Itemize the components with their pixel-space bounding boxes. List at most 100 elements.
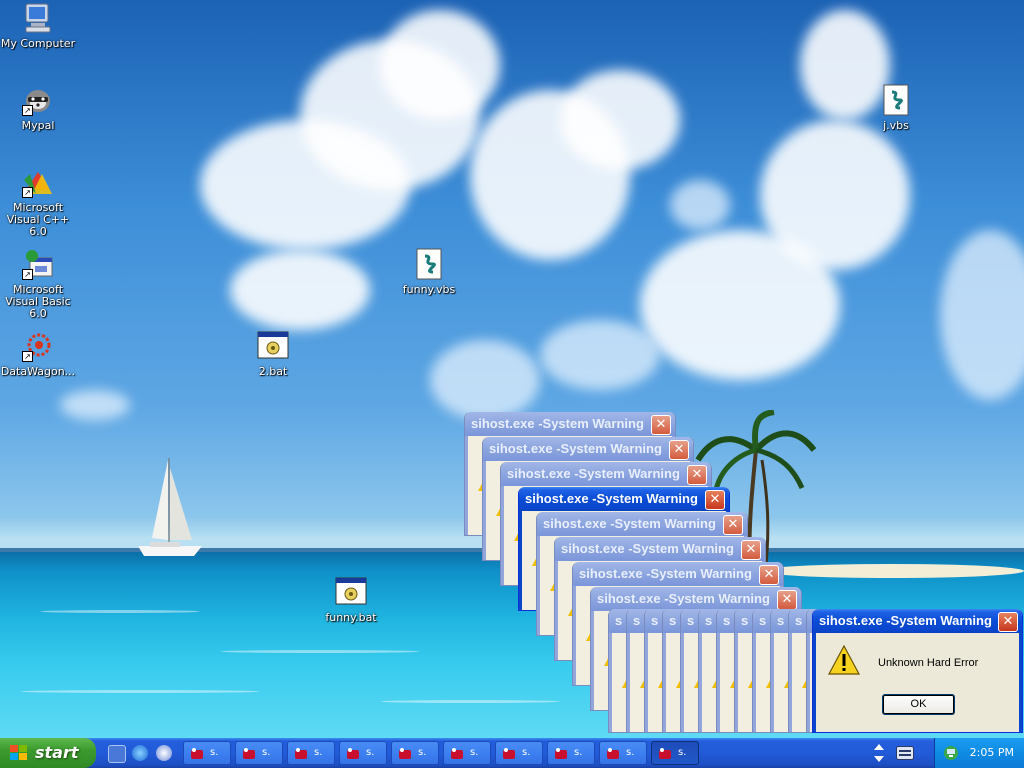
taskbar-button-label: s. bbox=[522, 747, 531, 758]
dialog-title: s bbox=[795, 613, 803, 628]
start-button[interactable]: start bbox=[0, 738, 96, 768]
taskbar-button-label: s. bbox=[678, 747, 687, 758]
warning-icon bbox=[828, 645, 860, 675]
taskbar: start s. s. s. s. s. s. s. s. s. s. 2:05 PM bbox=[0, 738, 1024, 768]
program-icon bbox=[398, 747, 412, 759]
taskbar-button-label: s. bbox=[262, 747, 271, 758]
close-icon[interactable]: ✕ bbox=[741, 540, 761, 560]
windows-flag-icon bbox=[10, 745, 27, 760]
close-icon[interactable]: ✕ bbox=[687, 465, 707, 485]
dialog-titlebar[interactable]: sihost.exe -System Warning bbox=[591, 587, 801, 611]
taskbar-button-label: s. bbox=[418, 747, 427, 758]
taskbar-button[interactable]: s. bbox=[339, 741, 387, 765]
dialog-title: s bbox=[723, 613, 731, 628]
dialog-title: sihost.exe -System Warning bbox=[561, 541, 734, 556]
taskbar-button-label: s. bbox=[574, 747, 583, 758]
close-icon[interactable]: ✕ bbox=[777, 590, 797, 610]
taskbar-button-label: s. bbox=[470, 747, 479, 758]
dialog-title: s bbox=[669, 613, 677, 628]
taskbar-button[interactable]: s. bbox=[495, 741, 543, 765]
taskbar-button[interactable]: s. bbox=[547, 741, 595, 765]
datawagon-icon: ↗ bbox=[22, 330, 54, 362]
desktop-icon-label: 2.bat bbox=[258, 365, 288, 378]
dialog-titlebar[interactable]: sihost.exe -System Warning bbox=[519, 487, 729, 511]
keyboard-icon[interactable] bbox=[896, 746, 914, 760]
desktop-icon-j-vbs[interactable]: j.vbs bbox=[856, 84, 936, 132]
taskbar-button[interactable]: s. bbox=[599, 741, 647, 765]
desktop-icon-mypal[interactable]: ↗ Mypal bbox=[0, 84, 78, 132]
desktop[interactable]: My Computer ↗ Mypal ↗ Microsoft Visual C… bbox=[0, 0, 1024, 738]
taskbar-button[interactable]: s. bbox=[651, 741, 699, 765]
dialog-title: sihost.exe -System Warning bbox=[543, 516, 716, 531]
batch-file-icon bbox=[335, 576, 367, 608]
desktop-icon-datawagon[interactable]: ↗ DataWagon... bbox=[0, 330, 78, 378]
wave bbox=[380, 700, 560, 703]
taskbar-button[interactable]: s. bbox=[235, 741, 283, 765]
shortcut-arrow-icon: ↗ bbox=[22, 105, 33, 116]
dialog-titlebar[interactable]: sihost.exe -System Warning bbox=[465, 412, 675, 436]
dialog-title: s bbox=[705, 613, 713, 628]
dialog-titlebar[interactable]: sihost.exe -System Warning bbox=[537, 512, 747, 536]
network-icon[interactable] bbox=[943, 745, 959, 761]
desktop-icon-funny-bat[interactable]: funny.bat bbox=[311, 576, 391, 624]
ok-button[interactable]: OK bbox=[882, 694, 955, 715]
desktop-icon-funny-vbs[interactable]: funny.vbs bbox=[389, 248, 469, 296]
close-icon[interactable]: ✕ bbox=[669, 440, 689, 460]
desktop-icon-label: j.vbs bbox=[883, 119, 909, 132]
cloud bbox=[540, 320, 660, 390]
dialog-title: sihost.exe -System Warning bbox=[525, 491, 698, 506]
desktop-icon-label: Mypal bbox=[21, 119, 55, 132]
vbscript-file-icon bbox=[880, 84, 912, 116]
desktop-icon-visual-basic[interactable]: ↗ Microsoft Visual Basic 6.0 bbox=[0, 248, 78, 320]
dialog-title: sihost.exe -System Warning bbox=[597, 591, 770, 606]
desktop-icon-my-computer[interactable]: My Computer bbox=[0, 2, 78, 50]
close-icon[interactable]: ✕ bbox=[651, 415, 671, 435]
dialog-titlebar[interactable]: sihost.exe -System Warning bbox=[573, 562, 783, 586]
front-warning-dialog[interactable]: sihost.exe -System Warning ✕ Unknown Har… bbox=[812, 609, 1023, 733]
dialog-title: s bbox=[777, 613, 785, 628]
dialog-title: sihost.exe -System Warning bbox=[819, 613, 992, 628]
taskbar-button[interactable]: s. bbox=[183, 741, 231, 765]
close-icon[interactable]: ✕ bbox=[723, 515, 743, 535]
program-icon bbox=[450, 747, 464, 759]
taskbar-button-label: s. bbox=[210, 747, 219, 758]
dialog-message: Unknown Hard Error bbox=[878, 657, 979, 669]
cloud bbox=[940, 230, 1024, 400]
taskbar-button[interactable]: s. bbox=[443, 741, 491, 765]
dialog-title: sihost.exe -System Warning bbox=[489, 441, 662, 456]
cloud bbox=[60, 390, 130, 420]
show-desktop-icon[interactable] bbox=[108, 745, 126, 763]
cloud bbox=[430, 340, 540, 420]
desktop-icon-2-bat[interactable]: 2.bat bbox=[233, 330, 313, 378]
wave bbox=[220, 650, 420, 653]
scroll-arrows-icon[interactable] bbox=[873, 741, 885, 765]
shortcut-arrow-icon: ↗ bbox=[22, 351, 33, 362]
visual-basic-icon: ↗ bbox=[22, 248, 54, 280]
dialog-titlebar[interactable]: sihost.exe -System Warning bbox=[555, 537, 765, 561]
desktop-icon-label: funny.bat bbox=[325, 611, 377, 624]
raccoon-browser-icon: ↗ bbox=[22, 84, 54, 116]
clock[interactable]: 2:05 PM bbox=[970, 738, 1014, 768]
dialog-title: s bbox=[651, 613, 659, 628]
dialog-body: Unknown Hard Error OK bbox=[813, 633, 1022, 732]
internet-explorer-icon[interactable] bbox=[132, 745, 148, 761]
media-player-icon[interactable] bbox=[156, 745, 172, 761]
taskbar-button[interactable]: s. bbox=[391, 741, 439, 765]
dialog-titlebar[interactable]: sihost.exe -System Warning bbox=[483, 437, 693, 461]
close-icon[interactable]: ✕ bbox=[759, 565, 779, 585]
visual-cpp-icon: ↗ bbox=[22, 166, 54, 198]
close-icon[interactable]: ✕ bbox=[705, 490, 725, 510]
vbscript-file-icon bbox=[413, 248, 445, 280]
desktop-icon-visual-cpp[interactable]: ↗ Microsoft Visual C++ 6.0 bbox=[0, 166, 78, 238]
taskbar-button[interactable]: s. bbox=[287, 741, 335, 765]
cloud bbox=[560, 70, 680, 170]
shortcut-arrow-icon: ↗ bbox=[22, 187, 33, 198]
program-icon bbox=[190, 747, 204, 759]
dialog-title: s bbox=[741, 613, 749, 628]
program-icon bbox=[554, 747, 568, 759]
close-icon[interactable]: ✕ bbox=[998, 612, 1018, 632]
dialog-titlebar[interactable]: sihost.exe -System Warning bbox=[813, 609, 1022, 633]
dialog-title: s bbox=[633, 613, 641, 628]
dialog-titlebar[interactable]: sihost.exe -System Warning bbox=[501, 462, 711, 486]
dialog-title: sihost.exe -System Warning bbox=[507, 466, 680, 481]
